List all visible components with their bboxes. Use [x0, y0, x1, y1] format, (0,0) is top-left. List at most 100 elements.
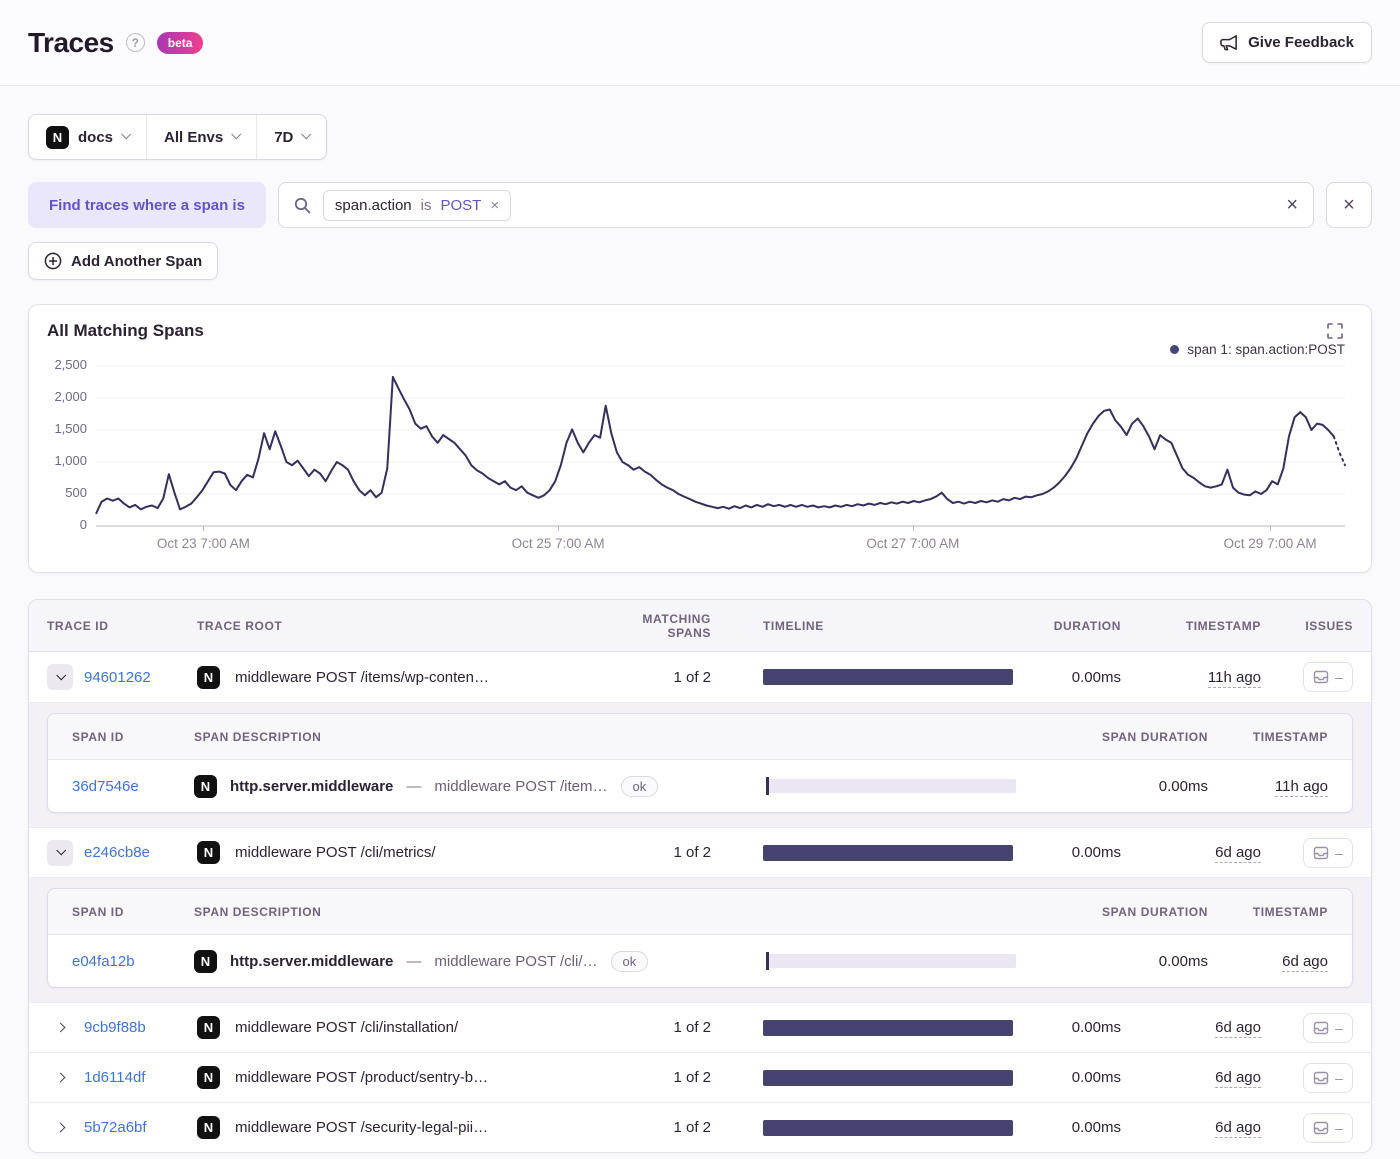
- col-span-timestamp: Timestamp: [1252, 904, 1328, 919]
- trace-root-label: middleware POST /cli/installation/: [235, 1019, 459, 1036]
- span-id-link[interactable]: e04fa12b: [72, 953, 194, 970]
- trace-root-label: middleware POST /items/wp-conten…: [235, 668, 489, 686]
- span-search-input[interactable]: span.action is POST × ×: [277, 182, 1314, 228]
- trace-id-link[interactable]: 9cb9f88b: [84, 1019, 146, 1036]
- span-timestamp-value[interactable]: 6d ago: [1282, 952, 1328, 972]
- nextjs-icon: N: [46, 125, 69, 149]
- remove-span-query-button[interactable]: ×: [1326, 182, 1372, 228]
- trace-row[interactable]: 9cb9f88b Nmiddleware POST /cli/installati…: [29, 1002, 1371, 1052]
- trace-id-link[interactable]: 5b72a6bf: [84, 1119, 147, 1136]
- x-tick-mark: [912, 526, 914, 531]
- trace-id-link[interactable]: 1d6114df: [84, 1069, 145, 1086]
- chart-line-incomplete: [1334, 436, 1345, 465]
- timestamp-value[interactable]: 11h ago: [1207, 668, 1261, 688]
- timeline-bar[interactable]: [763, 1019, 1013, 1036]
- trace-row[interactable]: 94601262 Nmiddleware POST /items/wp-conte…: [29, 652, 1371, 702]
- nextjs-icon: N: [194, 949, 217, 973]
- clear-search-button[interactable]: ×: [1286, 195, 1298, 215]
- expand-chevron-icon[interactable]: [47, 1015, 73, 1041]
- matching-spans-count: 1 of 2: [673, 668, 711, 686]
- col-trace-root: Trace Root: [197, 618, 283, 633]
- y-tick-label: 500: [65, 485, 87, 500]
- project-selector[interactable]: N docs: [29, 115, 146, 159]
- issues-button[interactable]: –: [1303, 837, 1353, 868]
- y-tick-label: 1,500: [54, 421, 87, 436]
- trace-id-link[interactable]: e246cb8e: [84, 844, 150, 861]
- add-another-span-button[interactable]: Add Another Span: [28, 242, 219, 280]
- issues-icon: [1313, 1121, 1329, 1134]
- trace-root-label: middleware POST /security-legal-pii…: [235, 1119, 489, 1136]
- environment-selector[interactable]: All Envs: [146, 115, 256, 159]
- issues-button[interactable]: –: [1303, 1112, 1353, 1143]
- date-range-selector[interactable]: 7D: [256, 115, 326, 159]
- spans-chart[interactable]: span 1: span.action:POST: [96, 342, 1345, 527]
- span-start-tick: [766, 952, 769, 970]
- collapse-chevron-icon[interactable]: [47, 839, 73, 866]
- duration-value: 0.00ms: [1071, 1119, 1121, 1136]
- span-subtable: Span ID Span Description Span Duration Time…: [29, 877, 1371, 1002]
- filter-token[interactable]: span.action is POST ×: [322, 189, 512, 221]
- trace-id-link[interactable]: 94601262: [84, 669, 151, 686]
- span-row[interactable]: e04fa12b Nhttp.server.middleware — middlewa…: [48, 935, 1352, 987]
- matching-spans-count: 1 of 2: [673, 1069, 711, 1086]
- col-span-timestamp: Timestamp: [1252, 729, 1328, 744]
- timeline-bar[interactable]: [763, 844, 1013, 861]
- fullscreen-button[interactable]: [1325, 321, 1345, 344]
- expand-chevron-icon[interactable]: [47, 1115, 73, 1141]
- y-tick-label: 2,000: [54, 389, 87, 404]
- collapse-chevron-icon[interactable]: [47, 664, 73, 690]
- issues-button[interactable]: –: [1303, 1012, 1353, 1043]
- expand-chevron-icon[interactable]: [47, 1065, 73, 1091]
- legend-label: span 1: span.action:POST: [1187, 342, 1345, 357]
- find-traces-chip[interactable]: Find traces where a span is: [28, 182, 266, 228]
- duration-value: 0.00ms: [1071, 1069, 1121, 1086]
- close-icon: ×: [1343, 194, 1355, 216]
- trace-row[interactable]: e246cb8e Nmiddleware POST /cli/metrics/1 …: [29, 827, 1371, 877]
- timestamp-value[interactable]: 6d ago: [1215, 1019, 1261, 1038]
- chevron-down-icon: [121, 128, 132, 139]
- col-timeline: Timeline: [763, 618, 824, 633]
- search-icon: [294, 197, 311, 213]
- span-timestamp-value[interactable]: 11h ago: [1274, 777, 1328, 797]
- issues-icon: [1313, 1021, 1329, 1034]
- timestamp-value[interactable]: 6d ago: [1215, 844, 1261, 863]
- span-duration-value: 0.00ms: [1158, 952, 1208, 970]
- x-axis: Oct 23 7:00 AM Oct 25 7:00 AM Oct 27 7:00 …: [96, 526, 1345, 560]
- timestamp-value[interactable]: 6d ago: [1215, 1119, 1261, 1138]
- token-remove-icon[interactable]: ×: [490, 198, 499, 213]
- span-row[interactable]: 36d7546e Nhttp.server.middleware — middlewa…: [48, 760, 1352, 812]
- col-span-duration: Span Duration: [1101, 904, 1208, 919]
- project-selector-label: docs: [78, 128, 114, 146]
- x-tick-label: Oct 29 7:00 AM: [1223, 536, 1317, 551]
- chart-line: [96, 377, 1334, 514]
- span-timeline-bar[interactable]: [766, 952, 1016, 970]
- trace-row[interactable]: 5b72a6bf Nmiddleware POST /security-legal…: [29, 1102, 1371, 1152]
- megaphone-icon: [1220, 35, 1238, 51]
- separator: —: [406, 952, 422, 970]
- issues-icon: [1313, 670, 1329, 684]
- timestamp-value[interactable]: 6d ago: [1215, 1069, 1261, 1088]
- give-feedback-button[interactable]: Give Feedback: [1202, 22, 1372, 63]
- page-title: Traces: [28, 26, 114, 58]
- x-tick-label: Oct 23 7:00 AM: [156, 536, 250, 551]
- span-id-link[interactable]: 36d7546e: [72, 778, 194, 795]
- trace-root-label: middleware POST /cli/metrics/: [235, 844, 436, 861]
- span-timeline-bar[interactable]: [766, 777, 1016, 795]
- issues-button[interactable]: –: [1303, 662, 1353, 692]
- circled-plus-icon: [44, 252, 62, 270]
- span-table-header: Span ID Span Description Span Duration Time…: [48, 714, 1352, 760]
- help-icon[interactable]: ?: [125, 33, 145, 52]
- page-header: Traces ? beta Give Feedback: [0, 0, 1400, 86]
- timeline-bar[interactable]: [763, 1069, 1013, 1086]
- nextjs-icon: N: [197, 1066, 220, 1089]
- col-duration: Duration: [1053, 618, 1121, 633]
- timeline-bar[interactable]: [763, 669, 1013, 685]
- trace-row[interactable]: 1d6114df Nmiddleware POST /product/sentry…: [29, 1052, 1371, 1102]
- col-issues: Issues: [1305, 618, 1353, 633]
- col-timestamp: Timestamp: [1185, 618, 1261, 633]
- issues-button[interactable]: –: [1303, 1062, 1353, 1093]
- span-table-header: Span ID Span Description Span Duration Time…: [48, 889, 1352, 935]
- matching-spans-count: 1 of 2: [673, 1119, 711, 1136]
- x-tick-label: Oct 27 7:00 AM: [866, 536, 960, 551]
- timeline-bar[interactable]: [763, 1119, 1013, 1136]
